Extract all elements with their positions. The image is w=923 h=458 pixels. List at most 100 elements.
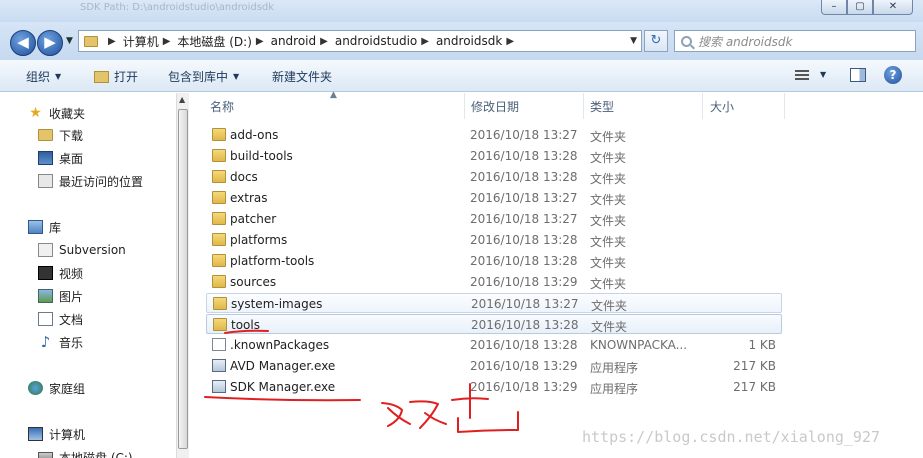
chevron-down-icon[interactable]: ▼ <box>820 70 826 79</box>
star-icon: ★ <box>29 105 42 121</box>
nav-item-documents[interactable]: 文档 <box>38 309 83 329</box>
nav-item-downloads[interactable]: 下载 <box>38 125 83 145</box>
file-row[interactable]: SDK Manager.exe 2016/10/18 13:29 应用程序 21… <box>206 377 782 397</box>
file-row[interactable]: AVD Manager.exe 2016/10/18 13:29 应用程序 21… <box>206 356 782 376</box>
file-row[interactable]: tools 2016/10/18 13:28 文件夹 <box>206 314 782 334</box>
nav-item-desktop[interactable]: 桌面 <box>38 148 83 168</box>
nav-item-label: 最近访问的位置 <box>59 174 144 189</box>
column-header-type[interactable]: 类型 <box>590 98 614 115</box>
chevron-right-icon[interactable]: ▶ <box>256 36 264 47</box>
file-name: system-images <box>231 297 323 311</box>
column-header-date[interactable]: 修改日期 <box>471 98 519 115</box>
nav-item-videos[interactable]: 视频 <box>38 263 83 283</box>
file-name: SDK Manager.exe <box>230 380 336 394</box>
file-row[interactable]: system-images 2016/10/18 13:27 文件夹 <box>206 293 782 313</box>
breadcrumb-root[interactable]: ▶ <box>104 36 123 47</box>
breadcrumb-label[interactable]: androidstudio <box>335 34 417 48</box>
nav-item-label: 视频 <box>59 266 84 281</box>
file-type: 文件夹 <box>590 130 627 144</box>
file-size: 217 KB <box>733 380 776 394</box>
breadcrumb-label[interactable]: android <box>271 34 317 48</box>
chevron-right-icon[interactable]: ▶ <box>108 36 116 47</box>
file-size: 217 KB <box>733 359 776 373</box>
chevron-right-icon[interactable]: ▶ <box>506 36 514 47</box>
file-name: .knownPackages <box>230 338 330 352</box>
column-divider[interactable] <box>464 93 465 119</box>
chevron-right-icon[interactable]: ▶ <box>163 36 171 47</box>
column-divider[interactable] <box>702 93 703 119</box>
nav-item-label: 音乐 <box>59 335 84 350</box>
file-name: platforms <box>230 233 288 247</box>
command-bar: 组织 ▼ 打开 包含到库中 ▼ 新建文件夹 ▼ ? <box>0 60 923 92</box>
file-list: ▲ 名称 修改日期 类型 大小 add-ons 2016/10/18 13:27… <box>190 90 923 458</box>
breadcrumb-label[interactable]: 计算机 <box>123 33 159 50</box>
minimize-button[interactable]: – <box>821 0 847 15</box>
file-row[interactable]: platform-tools 2016/10/18 13:28 文件夹 <box>206 251 782 271</box>
recent-pages-dropdown-icon[interactable]: ▼ <box>66 36 73 46</box>
column-header-size[interactable]: 大小 <box>710 98 734 115</box>
chevron-right-icon[interactable]: ▶ <box>421 36 429 47</box>
breadcrumb-drive-d[interactable]: 本地磁盘 (D:) ▶ <box>177 33 270 50</box>
file-date: 2016/10/18 13:28 <box>470 338 578 352</box>
maximize-button[interactable]: ▢ <box>847 0 873 15</box>
nav-item-drive-c[interactable]: 本地磁盘 (C:) <box>38 447 133 458</box>
file-row[interactable]: .knownPackages 2016/10/18 13:28 KNOWNPAC… <box>206 335 782 355</box>
file-date: 2016/10/18 13:27 <box>471 297 579 311</box>
navigation-scrollbar[interactable]: ▲ <box>176 93 189 458</box>
nav-item-music[interactable]: ♪ 音乐 <box>38 332 83 352</box>
nav-item-label: 桌面 <box>59 151 84 166</box>
nav-item-homegroup[interactable]: 家庭组 <box>28 378 85 398</box>
back-button[interactable]: ◀ <box>10 30 36 56</box>
nav-item-libraries[interactable]: 库 <box>28 217 61 237</box>
view-options-icon[interactable] <box>795 70 809 81</box>
library-icon <box>28 220 43 234</box>
address-row: ◀ ▶ ▼ ▶ 计算机 ▶ 本地磁盘 (D:) ▶ android ▶ android… <box>0 22 923 60</box>
forward-button[interactable]: ▶ <box>37 30 63 56</box>
refresh-button[interactable]: ↻ <box>644 30 668 52</box>
nav-item-label: 下载 <box>59 128 84 143</box>
folder-icon <box>212 233 226 246</box>
nav-item-computer[interactable]: 计算机 <box>28 424 85 444</box>
file-row[interactable]: docs 2016/10/18 13:28 文件夹 <box>206 167 782 187</box>
nav-item-label: 收藏夹 <box>49 106 86 121</box>
scroll-up-icon[interactable]: ▲ <box>179 95 185 104</box>
new-folder-label: 新建文件夹 <box>272 70 333 84</box>
nav-item-recent-places[interactable]: 最近访问的位置 <box>38 171 143 191</box>
navigation-pane: ★ 收藏夹 下载 桌面 最近访问的位置 库 Subversion 视频 图片 文… <box>0 93 176 458</box>
organize-menu-button[interactable]: 组织 ▼ <box>26 68 61 85</box>
file-type: 文件夹 <box>590 277 627 291</box>
scrollbar-thumb[interactable] <box>178 109 188 449</box>
address-bar[interactable]: ▶ 计算机 ▶ 本地磁盘 (D:) ▶ android ▶ androidstudio… <box>78 30 642 52</box>
chevron-right-icon[interactable]: ▶ <box>320 36 328 47</box>
preview-pane-icon[interactable] <box>850 68 866 82</box>
column-header-name[interactable]: 名称 <box>210 98 234 115</box>
file-row[interactable]: add-ons 2016/10/18 13:27 文件夹 <box>206 125 782 145</box>
breadcrumb-android[interactable]: android ▶ <box>271 34 335 48</box>
breadcrumb-label[interactable]: androidsdk <box>436 34 502 48</box>
open-button[interactable]: 打开 <box>94 68 138 85</box>
column-divider[interactable] <box>784 93 785 119</box>
search-input[interactable]: 搜索 androidsdk <box>674 30 916 52</box>
nav-item-pictures[interactable]: 图片 <box>38 286 83 306</box>
breadcrumb-androidsdk[interactable]: androidsdk ▶ <box>436 34 521 48</box>
file-row[interactable]: platforms 2016/10/18 13:28 文件夹 <box>206 230 782 250</box>
file-row[interactable]: sources 2016/10/18 13:29 文件夹 <box>206 272 782 292</box>
column-divider[interactable] <box>583 93 584 119</box>
nav-item-favorites[interactable]: ★ 收藏夹 <box>28 103 85 123</box>
file-row[interactable]: extras 2016/10/18 13:27 文件夹 <box>206 188 782 208</box>
breadcrumb-computer[interactable]: 计算机 ▶ <box>123 33 178 50</box>
new-folder-button[interactable]: 新建文件夹 <box>272 68 332 85</box>
address-history-dropdown-icon[interactable]: ▼ <box>630 36 637 46</box>
file-type: 文件夹 <box>590 151 627 165</box>
breadcrumb-label[interactable]: 本地磁盘 (D:) <box>177 33 251 50</box>
breadcrumb-androidstudio[interactable]: androidstudio ▶ <box>335 34 436 48</box>
file-row[interactable]: patcher 2016/10/18 13:27 文件夹 <box>206 209 782 229</box>
file-date: 2016/10/18 13:28 <box>470 254 578 268</box>
folder-icon <box>213 297 227 310</box>
help-icon[interactable]: ? <box>884 66 902 84</box>
nav-item-label: 计算机 <box>49 427 86 442</box>
include-in-library-button[interactable]: 包含到库中 ▼ <box>168 68 239 85</box>
file-row[interactable]: build-tools 2016/10/18 13:28 文件夹 <box>206 146 782 166</box>
close-button[interactable]: ✕ <box>873 0 913 15</box>
nav-item-subversion[interactable]: Subversion <box>38 240 126 260</box>
